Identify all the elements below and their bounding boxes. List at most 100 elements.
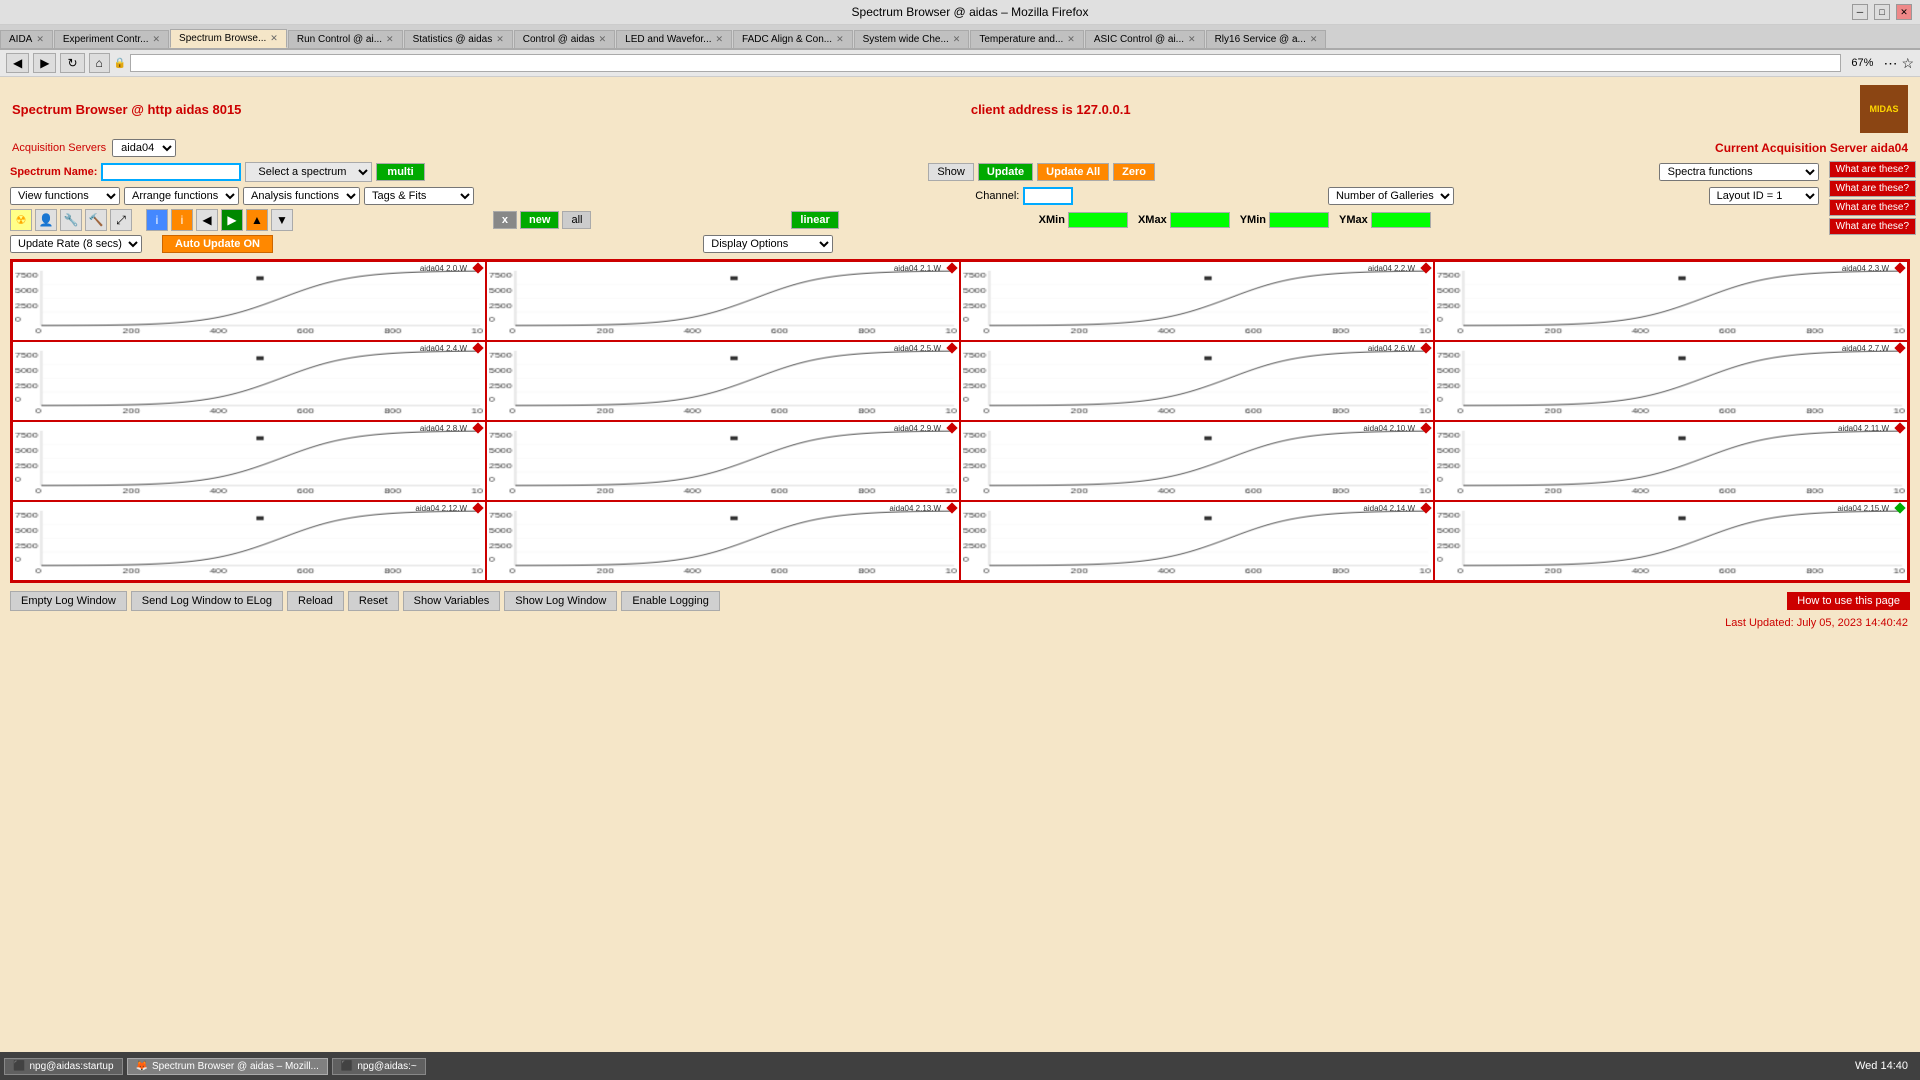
what-btn-4[interactable]: What are these? [1829, 218, 1916, 235]
taskbar-terminal1[interactable]: ⬛ npg@aidas:startup [4, 1058, 123, 1075]
tab-close-asic[interactable]: ✕ [1188, 34, 1196, 45]
wrench2-icon-btn[interactable]: 🔨 [85, 209, 107, 231]
tab-close-spectrum[interactable]: ✕ [270, 33, 278, 44]
server-dropdown[interactable]: aida04 [112, 139, 176, 157]
chart-cell-8[interactable]: aida04 2.8.W [12, 421, 486, 501]
maximize-btn[interactable]: □ [1874, 4, 1890, 20]
bookmark-icon[interactable]: ☆ [1901, 55, 1914, 72]
ymin-input[interactable]: 0 [1269, 212, 1329, 228]
tab-close-exp[interactable]: ✕ [152, 34, 160, 45]
spectra-functions-dropdown[interactable]: Spectra functions [1659, 163, 1819, 181]
zero-button[interactable]: Zero [1113, 163, 1155, 181]
back-btn[interactable]: ◀ [6, 53, 29, 73]
tab-system[interactable]: System wide Che... ✕ [854, 30, 970, 48]
tab-spectrum-browser[interactable]: Spectrum Browse... ✕ [170, 29, 287, 48]
xmin-input[interactable]: 0 [1068, 212, 1128, 228]
tab-experiment-control[interactable]: Experiment Contr... ✕ [54, 30, 169, 48]
reset-button[interactable]: Reset [348, 591, 399, 611]
what-btn-2[interactable]: What are these? [1829, 180, 1916, 197]
display-options-dropdown[interactable]: Display Options [703, 235, 833, 253]
tab-fadc[interactable]: FADC Align & Con... ✕ [733, 30, 853, 48]
minimize-btn[interactable]: ─ [1852, 4, 1868, 20]
xmax-input[interactable]: 1019 [1170, 212, 1230, 228]
empty-log-button[interactable]: Empty Log Window [10, 591, 127, 611]
linear-button[interactable]: linear [791, 211, 838, 229]
chart-cell-14[interactable]: aida04 2.14.W [960, 501, 1434, 581]
x-button[interactable]: x [493, 211, 517, 229]
tab-close-temp[interactable]: ✕ [1067, 34, 1075, 45]
address-bar[interactable]: localhost:8015/Spectrum/Spectrum.tml [130, 54, 1841, 72]
menu-dots[interactable]: ⋯ [1883, 55, 1897, 72]
show-variables-button[interactable]: Show Variables [403, 591, 501, 611]
arrange-functions-dropdown[interactable]: Arrange functions [124, 187, 239, 205]
tab-led[interactable]: LED and Wavefor... ✕ [616, 30, 732, 48]
tab-aida[interactable]: AIDA ✕ [0, 30, 53, 48]
number-galleries-dropdown[interactable]: Number of Galleries [1328, 187, 1454, 205]
nuclear-icon-btn[interactable]: ☢ [10, 209, 32, 231]
info2-icon-btn[interactable]: i [171, 209, 193, 231]
update-button[interactable]: Update [978, 163, 1033, 181]
home-btn[interactable]: ⌂ [89, 53, 110, 73]
chart-cell-6[interactable]: aida04 2.6.W [960, 341, 1434, 421]
tab-close-run[interactable]: ✕ [386, 34, 394, 45]
tab-run-control[interactable]: Run Control @ ai... ✕ [288, 30, 403, 48]
tags-fits-dropdown[interactable]: Tags & Fits [364, 187, 474, 205]
taskbar-spectrum-browser[interactable]: 🦊 Spectrum Browser @ aidas – Mozill... [127, 1058, 328, 1075]
left-arrow-btn[interactable]: ◀ [196, 209, 218, 231]
chart-cell-0[interactable]: aida04 2.0.W [12, 261, 486, 341]
update-all-button[interactable]: Update All [1037, 163, 1109, 181]
layout-id-dropdown[interactable]: Layout ID = 1 [1709, 187, 1819, 205]
tab-asic[interactable]: ASIC Control @ ai... ✕ [1085, 30, 1205, 48]
person-icon-btn[interactable]: 👤 [35, 209, 57, 231]
auto-update-button[interactable]: Auto Update ON [162, 235, 273, 253]
wrench-icon-btn[interactable]: 🔧 [60, 209, 82, 231]
what-btn-3[interactable]: What are these? [1829, 199, 1916, 216]
tab-close-rly16[interactable]: ✕ [1310, 34, 1318, 45]
what-btn-1[interactable]: What are these? [1829, 161, 1916, 178]
spectrum-name-input[interactable]: 2.15 W [101, 163, 241, 181]
chart-cell-13[interactable]: aida04 2.13.W [486, 501, 960, 581]
tab-close-led[interactable]: ✕ [716, 34, 724, 45]
show-button[interactable]: Show [928, 163, 974, 181]
ymax-input[interactable]: 3000 [1371, 212, 1431, 228]
up-arrow-btn[interactable]: ▲ [246, 209, 268, 231]
info1-icon-btn[interactable]: i [146, 209, 168, 231]
tab-rly16[interactable]: Rly16 Service @ a... ✕ [1206, 30, 1326, 48]
reload-button[interactable]: Reload [287, 591, 344, 611]
tab-temperature[interactable]: Temperature and... ✕ [970, 30, 1083, 48]
multi-button[interactable]: multi [376, 163, 424, 181]
taskbar-terminal2[interactable]: ⬛ npg@aidas:~ [332, 1058, 426, 1075]
channel-input[interactable] [1023, 187, 1073, 205]
chart-cell-1[interactable]: aida04 2.1.W [486, 261, 960, 341]
update-rate-dropdown[interactable]: Update Rate (8 secs) [10, 235, 142, 253]
tab-statistics[interactable]: Statistics @ aidas ✕ [404, 30, 513, 48]
view-functions-dropdown[interactable]: View functions [10, 187, 120, 205]
chart-cell-4[interactable]: aida04 2.4.W [12, 341, 486, 421]
tab-close-ctrl[interactable]: ✕ [599, 34, 607, 45]
how-to-button[interactable]: How to use this page [1787, 592, 1910, 610]
expand-icon-btn[interactable]: ⤢ [110, 209, 132, 231]
close-btn[interactable]: ✕ [1896, 4, 1912, 20]
forward-btn[interactable]: ▶ [33, 53, 56, 73]
chart-cell-12[interactable]: aida04 2.12.W [12, 501, 486, 581]
analysis-functions-dropdown[interactable]: Analysis functions [243, 187, 360, 205]
right-arrow-btn[interactable]: ▶ [221, 209, 243, 231]
new-button[interactable]: new [520, 211, 559, 229]
show-log-button[interactable]: Show Log Window [504, 591, 617, 611]
chart-cell-11[interactable]: aida04 2.11.W [1434, 421, 1908, 501]
send-log-button[interactable]: Send Log Window to ELog [131, 591, 283, 611]
tab-close-sys[interactable]: ✕ [953, 34, 961, 45]
chart-cell-15[interactable]: aida04 2.15.W [1434, 501, 1908, 581]
chart-cell-3[interactable]: aida04 2.3.W [1434, 261, 1908, 341]
chart-cell-5[interactable]: aida04 2.5.W [486, 341, 960, 421]
tab-close-aida[interactable]: ✕ [36, 34, 44, 45]
chart-cell-2[interactable]: aida04 2.2.W [960, 261, 1434, 341]
tab-control[interactable]: Control @ aidas ✕ [514, 30, 615, 48]
select-spectrum-dropdown[interactable]: Select a spectrum [245, 162, 372, 182]
enable-logging-button[interactable]: Enable Logging [621, 591, 719, 611]
all-button[interactable]: all [562, 211, 591, 229]
tab-close-fadc[interactable]: ✕ [836, 34, 844, 45]
chart-cell-10[interactable]: aida04 2.10.W [960, 421, 1434, 501]
down-arrow-btn[interactable]: ▼ [271, 209, 293, 231]
chart-cell-7[interactable]: aida04 2.7.W [1434, 341, 1908, 421]
